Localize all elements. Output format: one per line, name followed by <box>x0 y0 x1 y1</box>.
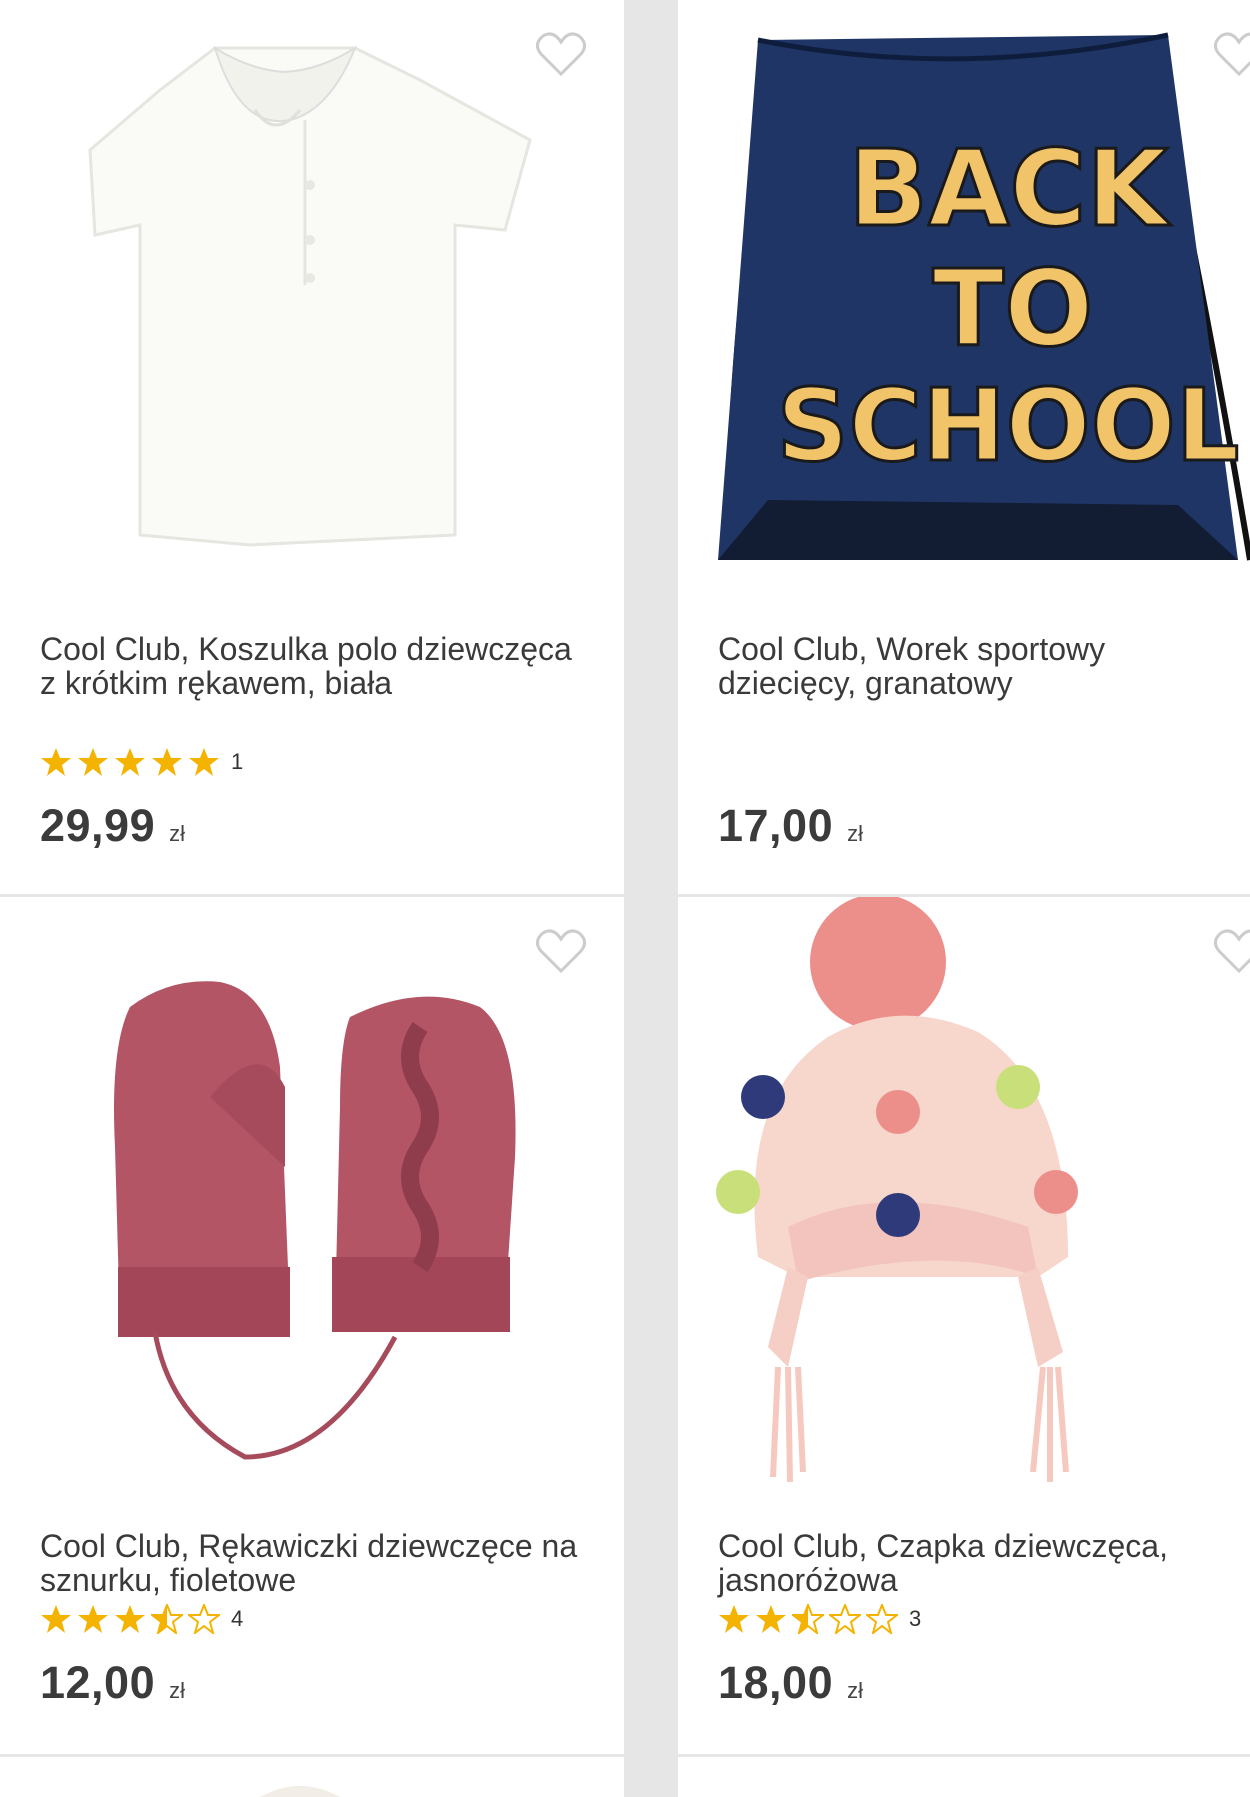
rating-count: 3 <box>909 1606 922 1631</box>
product-card[interactable]: Cool Club, Rękawiczki dziewczęce na sznu… <box>0 897 624 1754</box>
polo-shirt-image <box>88 45 532 547</box>
star-full-icon <box>719 1605 749 1633</box>
star-empty-icon <box>188 1604 220 1634</box>
price-currency: zł <box>169 821 186 846</box>
product-price: 29,99 zł <box>40 800 185 852</box>
product-title[interactable]: Cool Club, Worek sportowy dziecięcy, gra… <box>718 632 1198 700</box>
bag-print-line: TO <box>933 248 1094 370</box>
favorite-heart-icon[interactable] <box>1213 927 1250 975</box>
bag-print-line: SCHOOL <box>777 367 1240 484</box>
product-rating: 3 <box>718 1603 921 1635</box>
product-card[interactable]: Cool Club, Koszulka polo dziewczęca z kr… <box>0 0 624 894</box>
product-rating: 4 <box>40 1603 243 1635</box>
bag-print-line: BACK <box>848 128 1171 250</box>
product-rating: 1 <box>40 746 243 778</box>
star-full-icon <box>78 748 108 776</box>
star-empty-icon <box>866 1604 898 1634</box>
product-price: 12,00 zł <box>40 1657 185 1709</box>
drawstring-bag-image: BACK TO SCHOOL <box>718 32 1250 561</box>
product-image-mittens[interactable] <box>0 897 624 1492</box>
product-card[interactable]: Cool Club, Czapka dziewczęca, jasnoróżow… <box>678 897 1250 1754</box>
price-amount: 29,99 <box>40 800 156 851</box>
favorite-heart-icon[interactable] <box>535 927 587 975</box>
star-full-icon <box>152 748 182 776</box>
star-half-icon <box>151 1604 183 1634</box>
star-half-icon <box>792 1604 824 1634</box>
product-title[interactable]: Cool Club, Koszulka polo dziewczęca z kr… <box>40 632 580 700</box>
pompom-hat-image <box>716 897 1078 1483</box>
product-price: 17,00 zł <box>718 800 863 852</box>
star-full-icon <box>41 748 71 776</box>
product-card[interactable] <box>0 1757 624 1797</box>
star-empty-icon <box>829 1604 861 1634</box>
product-image-bag[interactable]: BACK TO SCHOOL <box>678 0 1250 595</box>
price-amount: 12,00 <box>40 1657 156 1708</box>
product-image-polo[interactable] <box>0 0 624 595</box>
price-currency: zł <box>847 1678 864 1703</box>
star-full-icon <box>78 1605 108 1633</box>
mittens-image <box>114 981 516 1460</box>
price-currency: zł <box>169 1678 186 1703</box>
price-amount: 17,00 <box>718 800 834 851</box>
product-card[interactable]: BACK TO SCHOOL Cool Club, Worek sportowy… <box>678 0 1250 894</box>
product-title[interactable]: Cool Club, Rękawiczki dziewczęce na sznu… <box>40 1529 580 1597</box>
price-amount: 18,00 <box>718 1657 834 1708</box>
favorite-heart-icon[interactable] <box>1213 30 1250 78</box>
product-image-hat[interactable] <box>678 897 1250 1492</box>
favorite-heart-icon[interactable] <box>535 30 587 78</box>
star-full-icon <box>115 1605 145 1633</box>
product-price: 18,00 zł <box>718 1657 863 1709</box>
rating-count: 4 <box>231 1606 244 1631</box>
product-image-partial <box>260 1786 340 1797</box>
star-full-icon <box>756 1605 786 1633</box>
star-full-icon <box>189 748 219 776</box>
star-full-icon <box>41 1605 71 1633</box>
product-card[interactable] <box>678 1757 1250 1797</box>
rating-count: 1 <box>231 749 244 774</box>
star-full-icon <box>115 748 145 776</box>
product-title[interactable]: Cool Club, Czapka dziewczęca, jasnoróżow… <box>718 1529 1198 1597</box>
price-currency: zł <box>847 821 864 846</box>
